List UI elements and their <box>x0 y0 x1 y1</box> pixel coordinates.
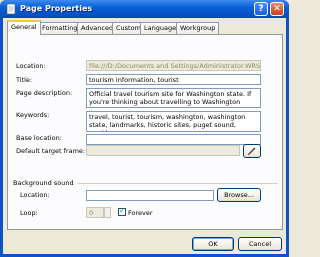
base-location-field[interactable] <box>86 134 261 145</box>
tab-formatting[interactable]: Formatting <box>38 22 82 34</box>
keywords-field[interactable]: travel, tourist, tourism, washington, wa… <box>86 111 261 132</box>
target-frame-button[interactable] <box>243 144 261 158</box>
forever-checkbox[interactable]: ✓ <box>118 206 126 216</box>
help-icon: ? <box>258 4 264 14</box>
forever-label: Forever <box>128 209 153 217</box>
page-properties-dialog: Page Properties ? ✕ General Formatting A… <box>0 0 289 257</box>
general-panel: Location: file:///D:/Documents and Setti… <box>7 34 283 230</box>
help-button[interactable]: ? <box>254 2 268 16</box>
description-label: Page description: <box>16 89 73 97</box>
title-field[interactable]: tourism information, tourist <box>86 74 261 85</box>
keywords-label: Keywords: <box>16 111 50 119</box>
pencil-icon <box>247 147 256 156</box>
page-icon <box>6 3 16 15</box>
close-button[interactable]: ✕ <box>270 2 284 16</box>
dialog-body: General Formatting Advanced Custom Langu… <box>3 18 286 254</box>
browse-button[interactable]: Browse... <box>217 188 261 202</box>
sound-location-label: Location: <box>20 191 50 199</box>
close-icon: ✕ <box>273 4 281 14</box>
loop-label: Loop: <box>20 209 38 217</box>
target-frame-label: Default target frame: <box>16 147 86 155</box>
description-field[interactable]: Official travel tourism site for Washing… <box>86 88 261 108</box>
loop-spinner <box>104 207 111 218</box>
cancel-button[interactable]: Cancel <box>238 237 282 251</box>
ok-button[interactable]: OK <box>192 237 234 251</box>
base-location-label: Base location: <box>16 134 62 142</box>
checkmark-icon: ✓ <box>119 206 126 215</box>
section-divider <box>78 183 278 184</box>
tab-workgroup[interactable]: Workgroup <box>176 22 220 34</box>
location-field: file:///D:/Documents and Settings/Admini… <box>86 60 261 71</box>
target-frame-field <box>86 145 240 156</box>
tab-general[interactable]: General <box>7 20 41 35</box>
sound-location-field[interactable] <box>86 190 214 201</box>
location-label: Location: <box>16 62 46 70</box>
loop-field: 0 <box>86 207 104 218</box>
window-title: Page Properties <box>20 4 93 13</box>
title-label: Title: <box>16 76 33 84</box>
background-sound-label: Background sound <box>13 179 74 187</box>
tab-language[interactable]: Language <box>140 22 181 34</box>
title-bar[interactable]: Page Properties ? ✕ <box>0 0 289 18</box>
